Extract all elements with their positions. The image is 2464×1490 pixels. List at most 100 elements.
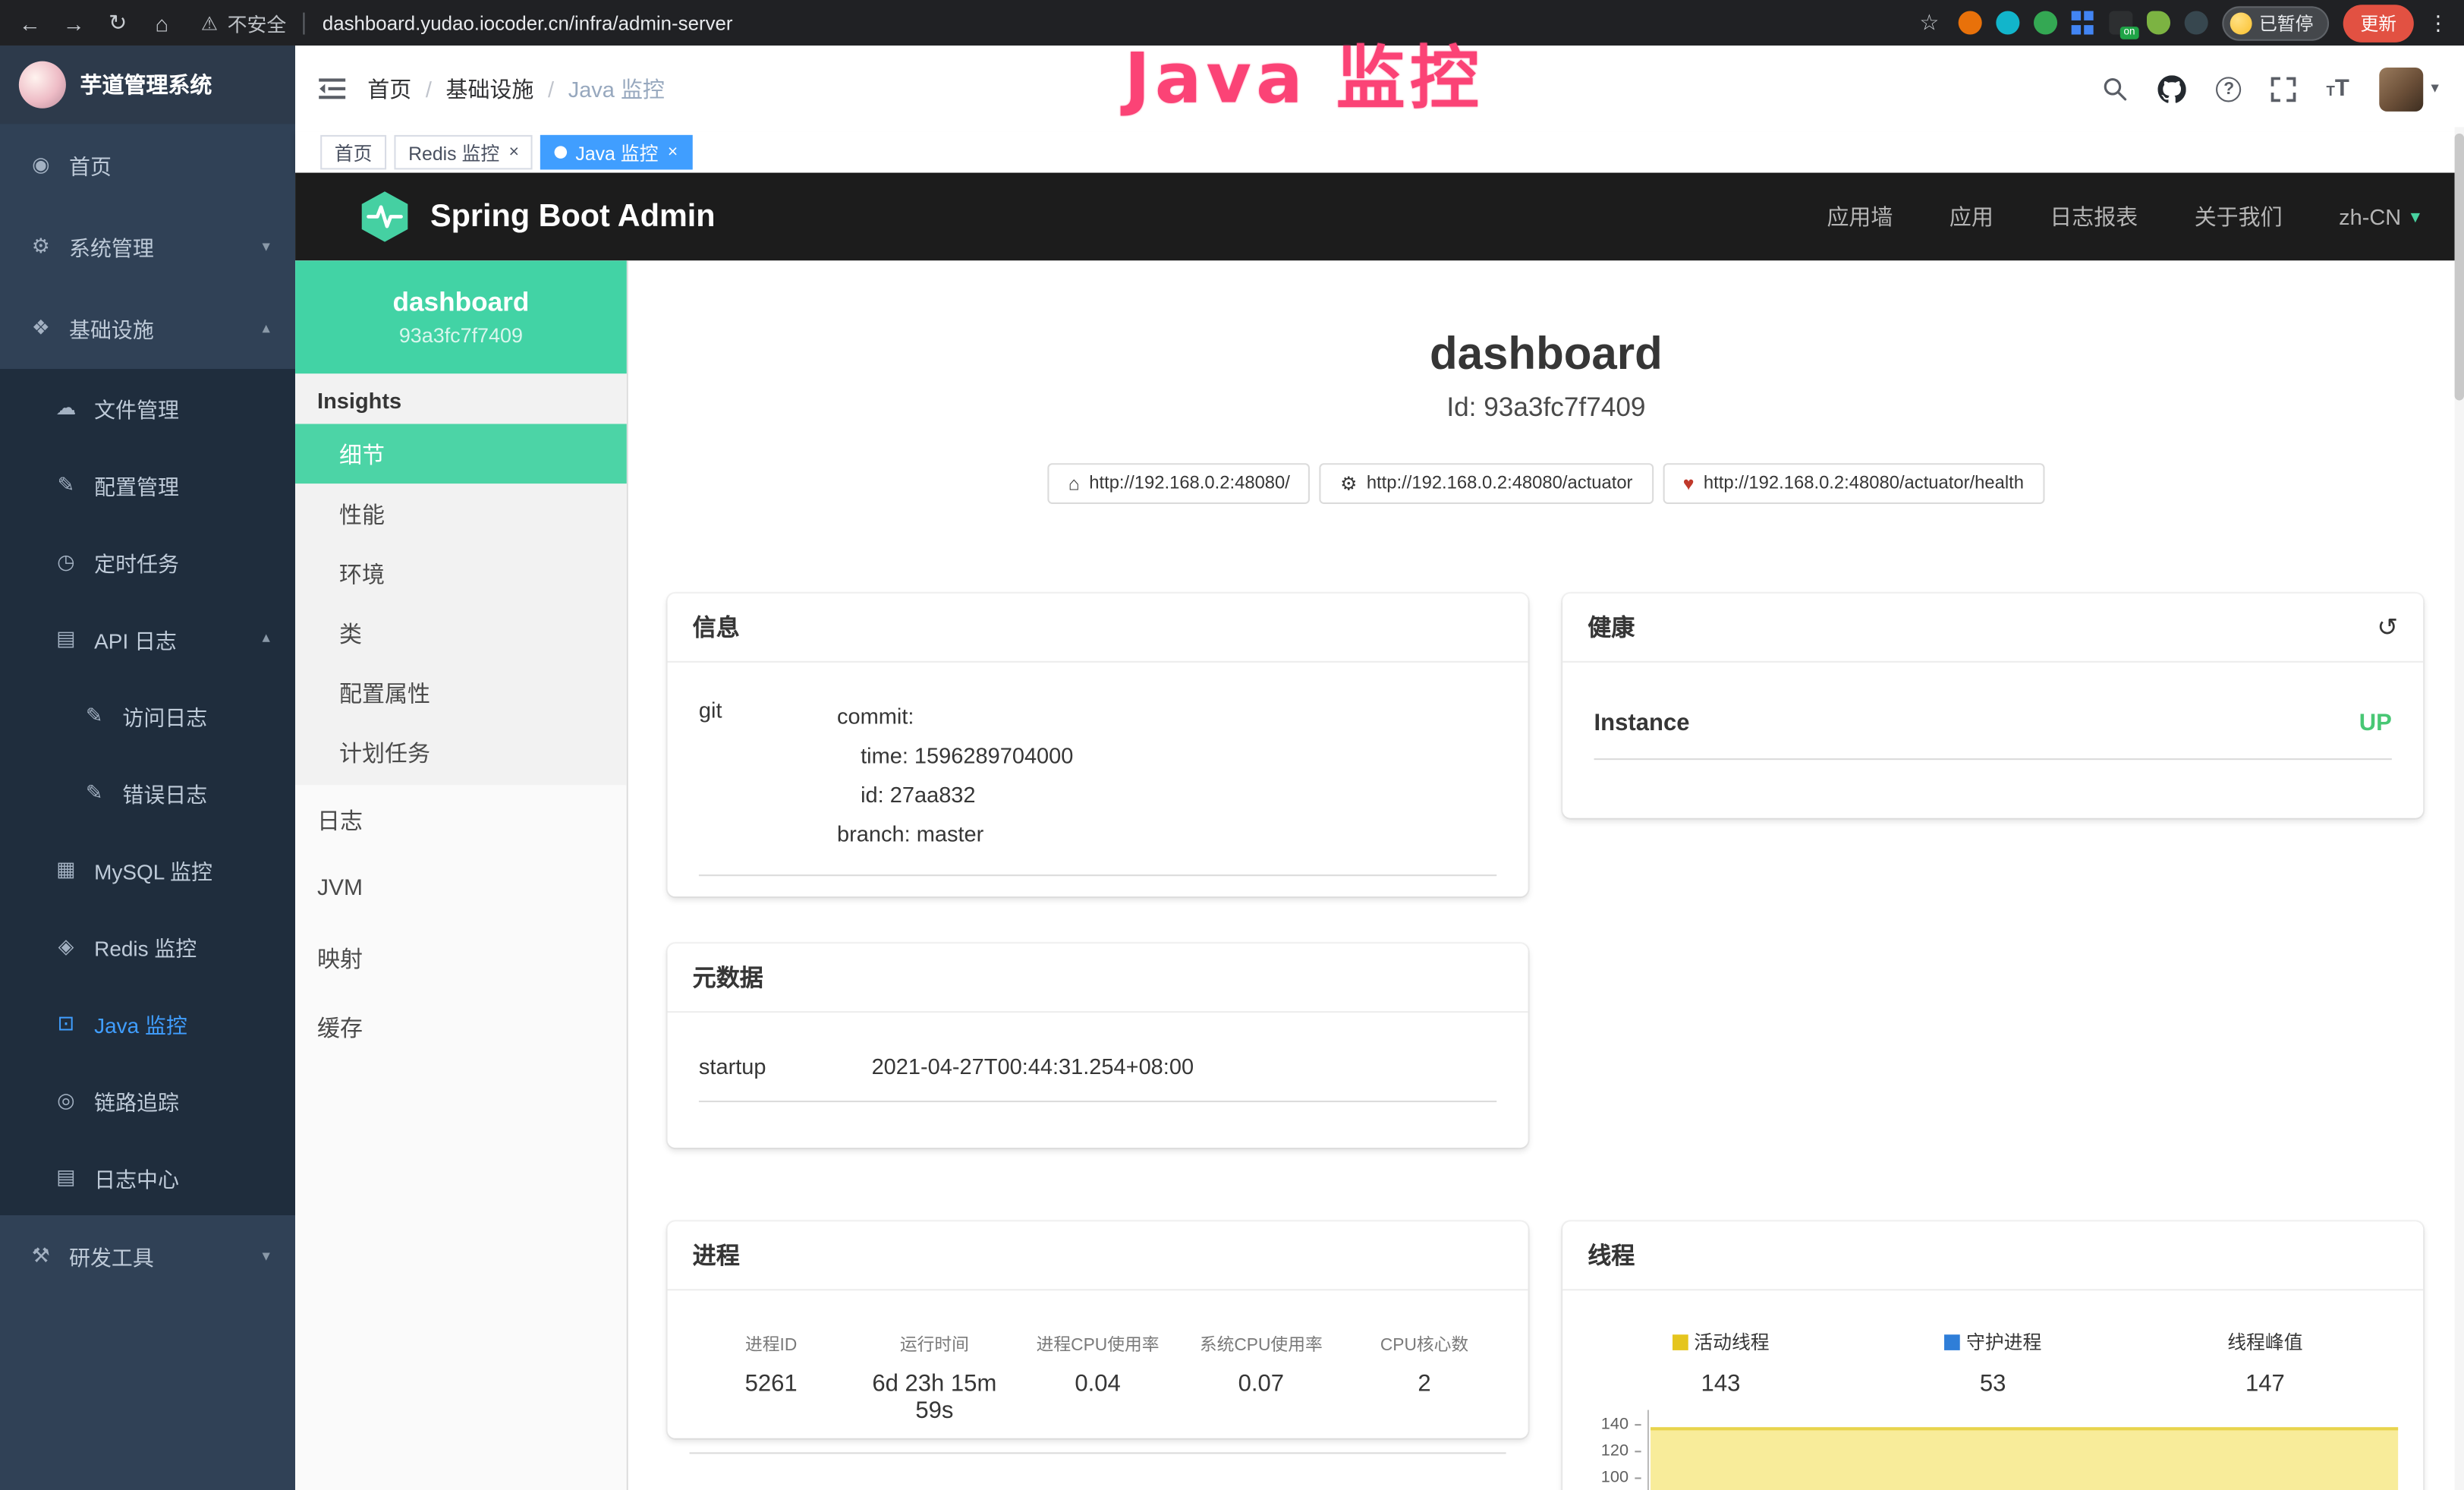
git-info-row: git commit: time: 1596289704000 id: 27aa… — [699, 697, 1496, 876]
threads-card-title: 线程 — [1562, 1221, 2423, 1290]
chevron-down-icon: ▾ — [2431, 80, 2439, 97]
home-icon[interactable]: ⌂ — [148, 10, 176, 35]
process-card-title: 进程 — [668, 1221, 1528, 1290]
profile-sync-paused-chip[interactable]: 已暂停 — [2221, 5, 2329, 40]
instance-link-home[interactable]: ⌂ http://192.168.0.2:48080/ — [1048, 463, 1311, 504]
sba-menu-jvm[interactable]: JVM — [295, 854, 627, 923]
sidebar-item-system-mgmt[interactable]: ⚙ 系统管理 ▾ — [0, 206, 295, 288]
sidebar-item-error-logs[interactable]: ✎ 错误日志 — [0, 754, 295, 830]
page-header: 首页 / 基础设施 / Java 监控 — [295, 46, 2464, 132]
instance-title: dashboard — [628, 329, 2464, 381]
sba-navbar: Spring Boot Admin 应用墙 应用 日志报表 关于我们 zh-CN… — [295, 173, 2464, 261]
reload-icon[interactable]: ↻ — [104, 9, 132, 36]
sba-menu-mappings[interactable]: 映射 — [295, 923, 627, 992]
sba-nav-wallboard[interactable]: 应用墙 — [1827, 201, 1893, 232]
leaf-extension-icon[interactable] — [2146, 11, 2170, 34]
extension-icon-4[interactable] — [2184, 11, 2208, 34]
active-threads-col: 活动线程 143 — [1584, 1328, 1857, 1397]
tag-redis-monitor[interactable]: Redis 监控 × — [394, 135, 533, 170]
browser-update-button[interactable]: 更新 — [2343, 4, 2414, 42]
user-menu[interactable]: ▾ — [2379, 67, 2439, 111]
tools-icon: ⚒ — [28, 1243, 53, 1268]
github-icon[interactable] — [2158, 74, 2186, 102]
instance-header[interactable]: dashboard 93a3fc7f7409 — [295, 260, 627, 373]
main-column: 首页 / 基础设施 / Java 监控 — [295, 46, 2464, 1490]
breadcrumb-current: Java 监控 — [568, 73, 665, 104]
avatar — [2379, 67, 2423, 111]
hamburger-icon[interactable] — [319, 77, 345, 100]
sidebar-item-redis-monitor[interactable]: ◈ Redis 监控 — [0, 908, 295, 984]
startup-value: 2021-04-27T00:44:31.254+08:00 — [872, 1054, 1194, 1079]
help-icon[interactable]: ? — [2217, 76, 2242, 101]
doc-icon: ✎ — [82, 780, 107, 805]
sidebar-menu: ◉ 首页 ⚙ 系统管理 ▾ ❖ 基础设施 ▴ ☁ 文件管理 — [0, 124, 295, 1296]
breadcrumb-infrastructure[interactable]: 基础设施 — [446, 73, 534, 104]
sba-menu-environment[interactable]: 环境 — [295, 543, 627, 603]
sidebar-item-dev-tools[interactable]: ⚒ 研发工具 ▾ — [0, 1215, 295, 1297]
status-badge: UP — [2359, 710, 2392, 736]
home-icon: ⌂ — [1068, 473, 1080, 495]
extension-grid-icon[interactable] — [2071, 11, 2094, 34]
close-icon[interactable]: × — [668, 143, 678, 162]
address-bar[interactable]: ⚠ 不安全 dashboard.yudao.iocoder.cn/infra/a… — [201, 8, 733, 37]
tag-java-monitor[interactable]: Java 监控 × — [541, 135, 692, 170]
sidebar-item-file-mgmt[interactable]: ☁ 文件管理 — [0, 369, 295, 446]
extension-icon-3[interactable] — [2033, 11, 2056, 34]
sidebar-item-cron-jobs[interactable]: ◷ 定时任务 — [0, 523, 295, 600]
instance-link-actuator[interactable]: ⚙ http://192.168.0.2:48080/actuator — [1320, 463, 1653, 504]
extension-icon-1[interactable] — [1958, 11, 1981, 34]
chevron-up-icon: ▴ — [263, 320, 270, 337]
process-pid-col: 进程ID 5261 — [690, 1331, 853, 1424]
close-icon[interactable]: × — [509, 143, 519, 162]
scrollbar-thumb[interactable] — [2455, 134, 2464, 401]
back-icon[interactable]: ← — [16, 10, 44, 35]
extension-icon-2[interactable] — [1995, 11, 2019, 34]
database-icon: ▦ — [53, 856, 78, 881]
screen: ← → ↻ ⌂ ⚠ 不安全 dashboard.yudao.iocoder.cn… — [0, 0, 2464, 1490]
daemon-threads-value: 53 — [1857, 1371, 2129, 1397]
bookmark-star-icon[interactable]: ☆ — [1915, 9, 1943, 36]
history-icon[interactable]: ↺ — [2377, 612, 2398, 643]
forward-icon[interactable]: → — [60, 10, 88, 35]
sidebar-item-infrastructure[interactable]: ❖ 基础设施 ▴ — [0, 288, 295, 370]
sba-menu-details[interactable]: 细节 — [295, 424, 627, 484]
components-icon: ❖ — [28, 316, 53, 341]
browser-menu-icon[interactable]: ⋮ — [2428, 10, 2448, 35]
browser-chrome: ← → ↻ ⌂ ⚠ 不安全 dashboard.yudao.iocoder.cn… — [0, 0, 2464, 46]
sba-nav-journal[interactable]: 日志报表 — [2050, 201, 2138, 232]
scrollbar[interactable] — [2455, 128, 2464, 1490]
sidebar-item-java-monitor[interactable]: ⊡ Java 监控 — [0, 984, 295, 1061]
sba-menu-classes[interactable]: 类 — [295, 603, 627, 663]
sidebar-item-config-mgmt[interactable]: ✎ 配置管理 — [0, 446, 295, 522]
font-size-icon[interactable]: TT — [2327, 77, 2349, 100]
sidebar-item-mysql-monitor[interactable]: ▦ MySQL 监控 — [0, 830, 295, 907]
gear-icon: ⚙ — [28, 234, 53, 259]
sba-brand[interactable]: Spring Boot Admin — [430, 199, 716, 235]
sidebar-item-access-logs[interactable]: ✎ 访问日志 — [0, 677, 295, 754]
sba-menu-logs[interactable]: 日志 — [295, 785, 627, 854]
breadcrumb-home[interactable]: 首页 — [367, 73, 411, 104]
sidebar-item-tracing[interactable]: ◎ 链路追踪 — [0, 1061, 295, 1138]
sidebar-item-home[interactable]: ◉ 首页 — [0, 124, 295, 206]
cloud-icon: ☁ — [53, 395, 78, 420]
sba-menu-config-props[interactable]: 配置属性 — [295, 663, 627, 723]
language-selector[interactable]: zh-CN ▾ — [2339, 204, 2420, 229]
sba-nav-about[interactable]: 关于我们 — [2195, 201, 2283, 232]
sba-menu-caches[interactable]: 缓存 — [295, 992, 627, 1061]
on-badge: on — [2120, 27, 2138, 39]
app-logo[interactable]: 芋道管理系统 — [0, 46, 295, 124]
fullscreen-icon[interactable] — [2271, 76, 2296, 101]
instance-link-health[interactable]: ♥ http://192.168.0.2:48080/actuator/heal… — [1663, 463, 2044, 504]
search-icon[interactable] — [2102, 75, 2129, 102]
instance-subtitle: Id: 93a3fc7f7409 — [628, 392, 2464, 424]
sidebar-item-api-logs[interactable]: ▤ API 日志 ▴ — [0, 600, 295, 676]
sba-nav-applications[interactable]: 应用 — [1949, 201, 1994, 232]
sba-menu-performance[interactable]: 性能 — [295, 484, 627, 543]
profile-avatar — [2230, 12, 2252, 34]
tag-home[interactable]: 首页 — [320, 135, 386, 170]
sba-menu-scheduled-tasks[interactable]: 计划任务 — [295, 723, 627, 783]
app-sidebar: 芋道管理系统 ◉ 首页 ⚙ 系统管理 ▾ ❖ 基础设施 ▴ — [0, 46, 295, 1490]
security-warning-icon[interactable]: ⚠ — [201, 12, 218, 34]
extension-on-icon[interactable]: on — [2108, 11, 2132, 34]
sidebar-item-log-center[interactable]: ▤ 日志中心 — [0, 1139, 295, 1215]
